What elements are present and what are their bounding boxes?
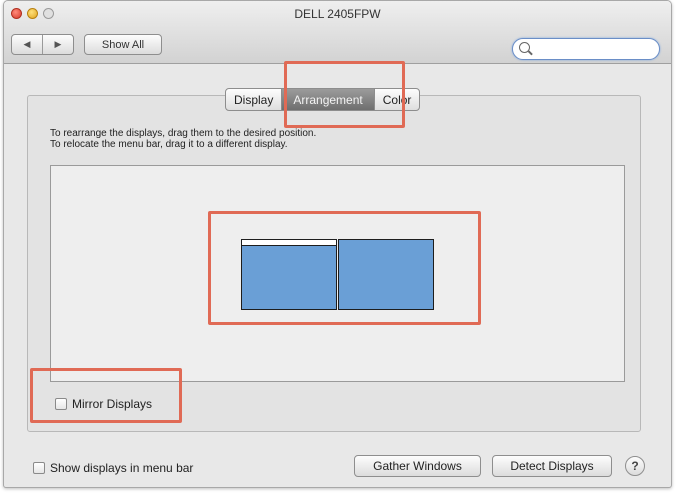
arrangement-instructions: To rearrange the displays, drag them to … [50, 128, 316, 150]
show-displays-checkbox[interactable] [33, 462, 45, 474]
mirror-displays-option[interactable]: Mirror Displays [55, 397, 152, 411]
instruction-line-2: To relocate the menu bar, drag it to a d… [50, 139, 288, 150]
gather-windows-button[interactable]: Gather Windows [354, 455, 481, 477]
mirror-displays-checkbox[interactable] [55, 398, 67, 410]
show-displays-in-menu-bar-option[interactable]: Show displays in menu bar [33, 461, 193, 475]
tab-arrangement[interactable]: Arrangement [281, 89, 374, 110]
tab-color[interactable]: Color [373, 89, 420, 110]
forward-button[interactable]: ▶ [42, 35, 73, 54]
help-button[interactable]: ? [625, 456, 645, 476]
tab-display[interactable]: Display [226, 89, 281, 110]
window-title: DELL 2405FPW [294, 7, 381, 21]
search-icon [519, 42, 530, 53]
menu-bar-indicator[interactable] [242, 240, 336, 246]
display-arrangement-area [50, 165, 625, 382]
back-button[interactable]: ◀ [12, 35, 42, 54]
back-forward-buttons: ◀ ▶ [11, 34, 74, 55]
secondary-display[interactable] [338, 239, 434, 310]
title-bar: DELL 2405FPW ◀ ▶ Show All [4, 1, 671, 64]
detect-displays-button[interactable]: Detect Displays [492, 455, 612, 477]
search-field[interactable] [512, 38, 660, 60]
main-display[interactable] [241, 239, 337, 310]
tab-bar: Display Arrangement Color [225, 88, 421, 111]
mirror-displays-label: Mirror Displays [72, 397, 153, 411]
show-all-button[interactable]: Show All [84, 34, 162, 55]
search-input[interactable] [533, 41, 655, 59]
instruction-line-1: To rearrange the displays, drag them to … [50, 128, 317, 139]
show-displays-label: Show displays in menu bar [50, 461, 194, 475]
